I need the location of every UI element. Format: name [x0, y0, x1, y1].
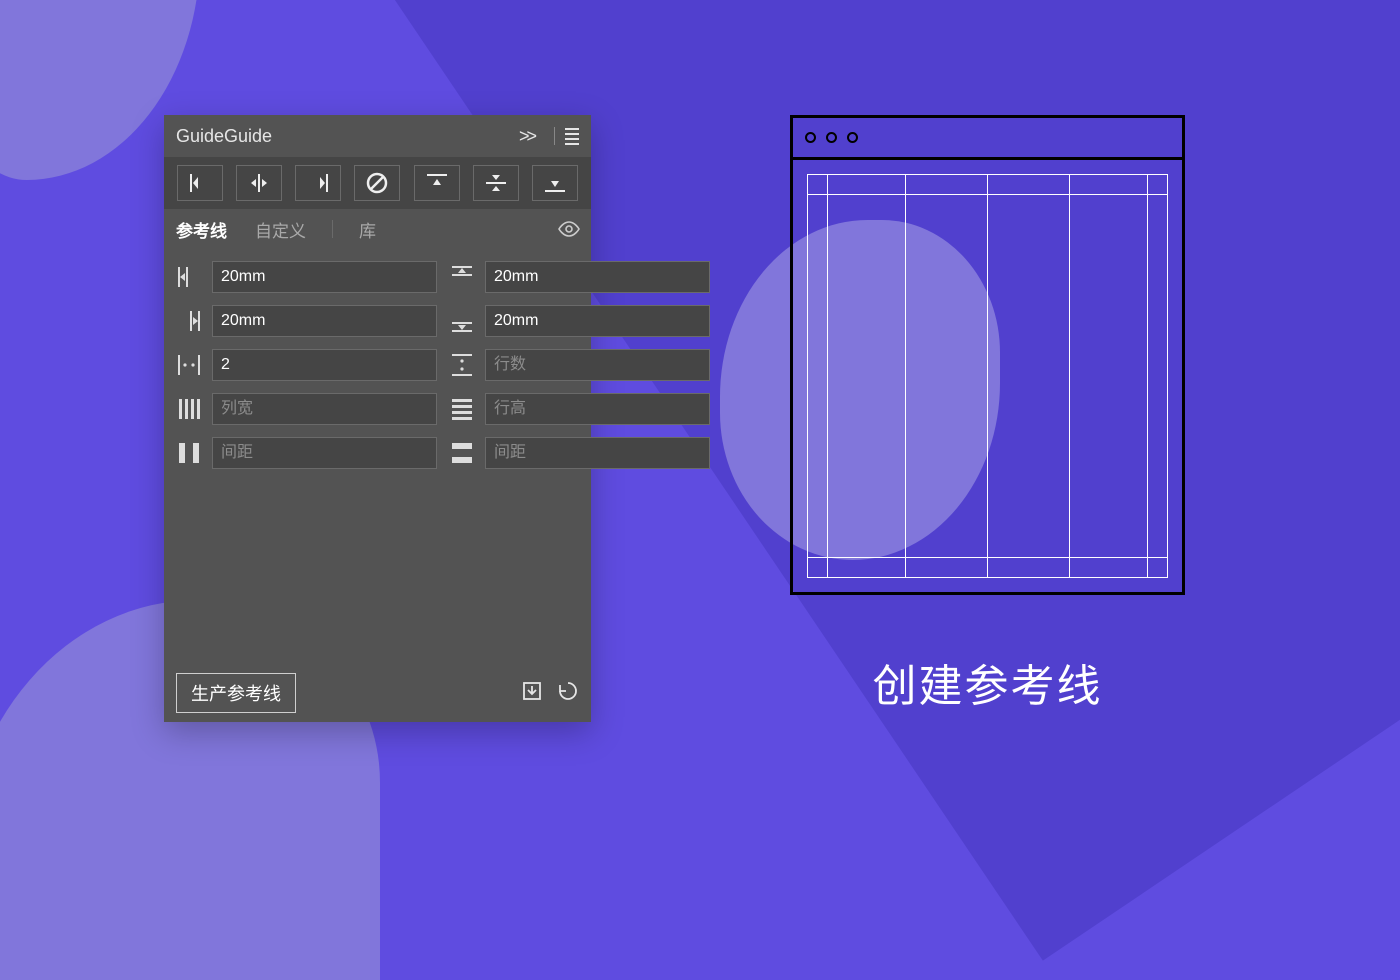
guide-line-vertical: [827, 174, 828, 578]
row-gutter-input[interactable]: [485, 437, 710, 469]
collapse-button[interactable]: >>: [519, 126, 534, 147]
column-gutter-icon: [172, 436, 206, 470]
guide-preview-window: [790, 115, 1185, 595]
panel-menu-icon[interactable]: [565, 128, 579, 145]
right-margin-input[interactable]: [212, 305, 437, 337]
panel-tabs: 参考线 自定义 库: [164, 209, 591, 249]
guide-center-horizontal-button[interactable]: [473, 165, 519, 201]
tab-custom[interactable]: 自定义: [253, 211, 308, 248]
header-divider: [554, 127, 555, 145]
top-margin-input[interactable]: [485, 261, 710, 293]
row-gutter-field: [445, 435, 710, 471]
guide-right-edge-button[interactable]: [295, 165, 341, 201]
top-margin-icon: [445, 260, 479, 294]
guide-top-edge-button[interactable]: [414, 165, 460, 201]
guide-left-edge-button[interactable]: [177, 165, 223, 201]
tab-library[interactable]: 库: [357, 211, 378, 248]
preview-header: [793, 118, 1182, 160]
column-width-icon: [172, 392, 206, 426]
preview-canvas: [793, 160, 1182, 592]
columns-icon: [172, 348, 206, 382]
row-height-icon: [445, 392, 479, 426]
guide-settings-grid: [164, 249, 591, 664]
guide-line-vertical: [987, 174, 988, 578]
left-margin-field: [172, 259, 437, 295]
guide-quick-toolbar: [164, 157, 591, 209]
refresh-icon[interactable]: [557, 680, 579, 707]
page-caption: 创建参考线: [790, 650, 1185, 714]
guideguide-panel: GuideGuide >> 参考线 自定义 库: [164, 115, 591, 722]
guide-line-vertical: [905, 174, 906, 578]
tab-divider: [332, 220, 333, 238]
panel-header: GuideGuide >>: [164, 115, 591, 157]
left-margin-icon: [172, 260, 206, 294]
rows-field: [445, 347, 710, 383]
window-dot-icon: [847, 132, 858, 143]
row-height-input[interactable]: [485, 393, 710, 425]
column-width-input[interactable]: [212, 393, 437, 425]
guide-line-vertical: [1069, 174, 1070, 578]
guide-line-vertical: [1147, 174, 1148, 578]
panel-footer: 生产参考线: [164, 664, 591, 722]
window-dot-icon: [826, 132, 837, 143]
window-dot-icon: [805, 132, 816, 143]
rows-input[interactable]: [485, 349, 710, 381]
visibility-toggle-icon[interactable]: [557, 221, 581, 237]
panel-title: GuideGuide: [176, 126, 519, 147]
bottom-margin-input[interactable]: [485, 305, 710, 337]
save-preset-icon[interactable]: [521, 680, 543, 707]
left-margin-input[interactable]: [212, 261, 437, 293]
tab-guides[interactable]: 参考线: [174, 211, 229, 248]
guide-line-vertical: [807, 174, 808, 578]
rows-icon: [445, 348, 479, 382]
columns-field: [172, 347, 437, 383]
top-margin-field: [445, 259, 710, 295]
right-margin-field: [172, 303, 437, 339]
row-height-field: [445, 391, 710, 427]
bottom-margin-field: [445, 303, 710, 339]
right-margin-icon: [172, 304, 206, 338]
clear-guides-button[interactable]: [354, 165, 400, 201]
row-gutter-icon: [445, 436, 479, 470]
column-gutter-field: [172, 435, 437, 471]
column-gutter-input[interactable]: [212, 437, 437, 469]
generate-guides-button[interactable]: 生产参考线: [176, 673, 296, 713]
bottom-margin-icon: [445, 304, 479, 338]
guide-center-vertical-button[interactable]: [236, 165, 282, 201]
guide-bottom-edge-button[interactable]: [532, 165, 578, 201]
columns-input[interactable]: [212, 349, 437, 381]
column-width-field: [172, 391, 437, 427]
guide-line-vertical: [1167, 174, 1168, 578]
